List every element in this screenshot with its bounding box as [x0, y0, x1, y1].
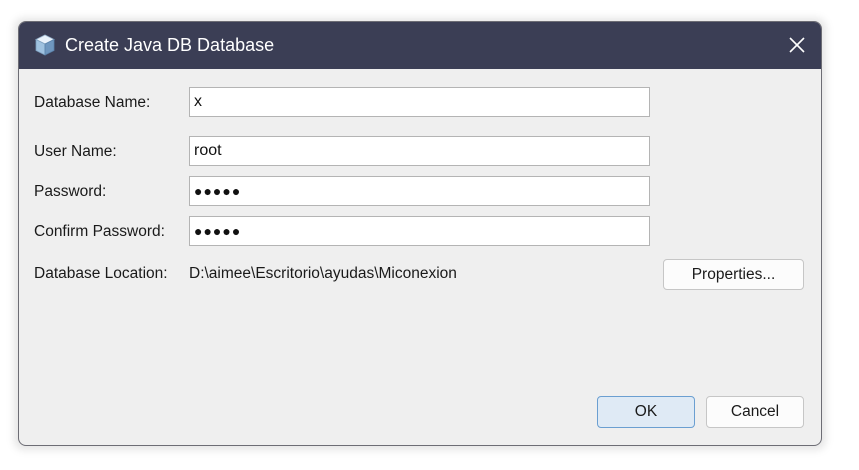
javadb-cube-icon: [34, 34, 56, 56]
password-field[interactable]: [189, 176, 650, 206]
user-name-field[interactable]: [189, 136, 650, 166]
close-icon: [789, 37, 805, 53]
cancel-button[interactable]: Cancel: [706, 396, 804, 428]
desktop-background: Create Java DB Database Database Name: U…: [0, 0, 859, 470]
confirm-password-field[interactable]: [189, 216, 650, 246]
database-name-field[interactable]: [189, 87, 650, 117]
database-location-value: D:\aimee\Escritorio\ayudas\Miconexion: [189, 265, 457, 282]
user-name-label: User Name:: [34, 143, 117, 160]
title-bar[interactable]: Create Java DB Database: [19, 22, 821, 69]
close-button[interactable]: [781, 30, 813, 60]
database-location-label: Database Location:: [34, 265, 168, 282]
database-name-label: Database Name:: [34, 94, 151, 111]
properties-button[interactable]: Properties...: [663, 259, 804, 290]
confirm-password-label: Confirm Password:: [34, 223, 165, 240]
password-label: Password:: [34, 183, 107, 200]
create-database-dialog: Create Java DB Database Database Name: U…: [18, 21, 822, 446]
window-title: Create Java DB Database: [65, 35, 275, 55]
ok-button[interactable]: OK: [597, 396, 695, 428]
